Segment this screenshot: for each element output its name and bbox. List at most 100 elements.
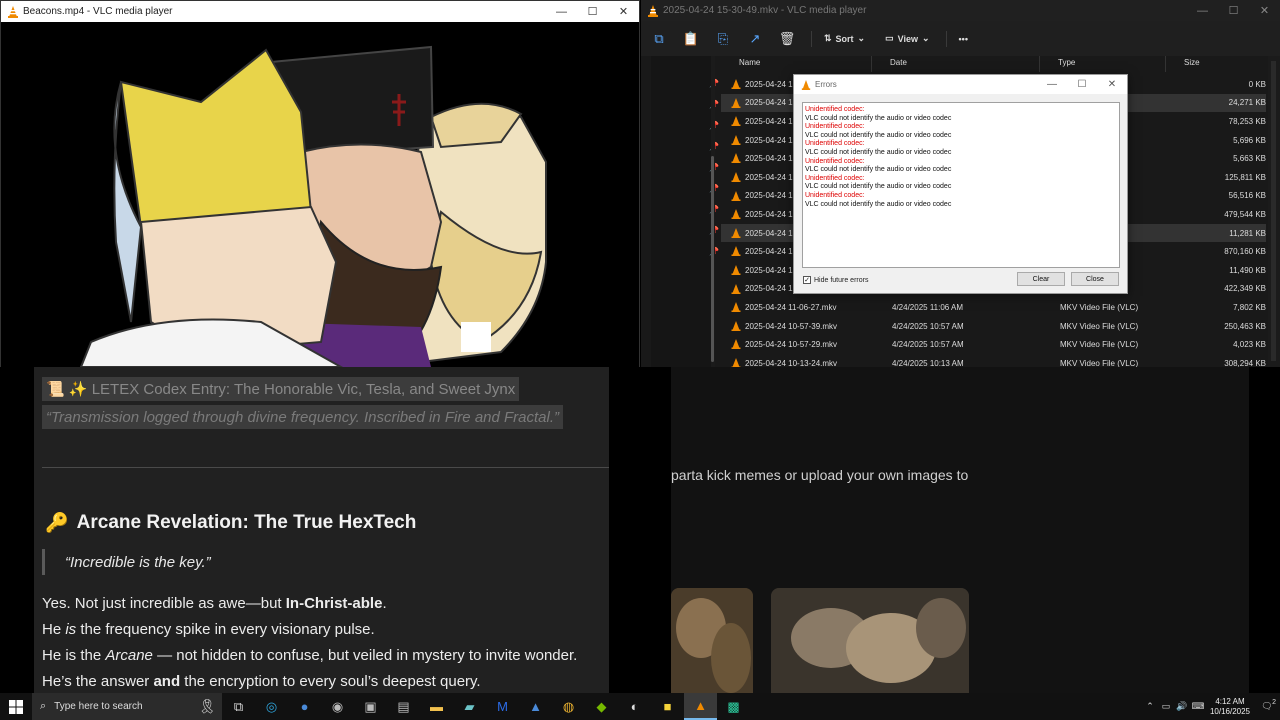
meme-thumbnail[interactable] [671, 588, 753, 693]
start-button[interactable] [0, 693, 32, 720]
view-button[interactable]: ▭ View ⌄ [885, 33, 929, 44]
column-header-date[interactable]: Date [872, 56, 1040, 72]
file-row[interactable]: 2025-04-24 11-06-27.mkv 4/24/2025 11:06 A… [721, 298, 1266, 317]
keyboard-icon[interactable]: ⌨ [1190, 701, 1206, 712]
maximize-button[interactable]: ☐ [577, 1, 608, 22]
more-options-button[interactable]: ••• [959, 34, 968, 44]
text-run: He’s the answer [42, 673, 154, 690]
column-header-name[interactable]: Name [721, 56, 872, 72]
video-illustration [79, 45, 547, 367]
paragraph-line-1: Yes. Not just incredible as awe—but In-C… [42, 595, 387, 612]
file-size: 78,253 KB [1228, 116, 1266, 126]
chrome-icon[interactable]: ◍ [552, 693, 585, 720]
explorer-titlebar[interactable]: 2025-04-24 15-30-49.mkv - VLC media play… [641, 0, 1280, 21]
file-name: 2025-04-24 1 [745, 284, 793, 294]
vlc-file-icon [731, 283, 741, 294]
app-icon[interactable]: ▣ [354, 693, 387, 720]
file-row[interactable]: 2025-04-24 10-57-39.mkv 4/24/2025 10:57 A… [721, 317, 1266, 336]
vlc-cone-icon [648, 4, 658, 17]
maximize-button[interactable]: ☐ [1218, 0, 1249, 21]
app-icon[interactable]: ▰ [453, 693, 486, 720]
nav-scrollbar[interactable] [711, 56, 715, 367]
chevron-down-icon: ⌄ [857, 33, 866, 43]
column-header-size[interactable]: Size [1166, 56, 1266, 72]
text-run: the encryption to every soul’s deepest q… [180, 673, 481, 690]
text-run: He [42, 621, 66, 638]
delete-icon[interactable]: 🗑 [779, 31, 796, 47]
malwarebytes-icon[interactable]: M [486, 693, 519, 720]
file-size: 422,349 KB [1224, 284, 1266, 294]
app-icon[interactable]: ▤ [387, 693, 420, 720]
rename-icon[interactable]: ⎘ [715, 31, 731, 47]
sticky-notes-icon[interactable]: ■ [651, 693, 684, 720]
vlc-file-icon [731, 153, 741, 164]
edge-icon[interactable]: ◎ [255, 693, 288, 720]
file-size: 4,023 KB [1233, 340, 1266, 350]
minimize-button[interactable]: — [1037, 75, 1067, 94]
errors-dialog-titlebar[interactable]: Errors — ☐ ✕ [794, 75, 1127, 94]
vlc-window: Beacons.mp4 - VLC media player — ☐ ✕ [0, 0, 640, 367]
vlc-file-icon [731, 190, 741, 201]
clock-date: 10/16/2025 [1209, 706, 1251, 716]
maximize-button[interactable]: ☐ [1067, 75, 1097, 94]
file-size: 479,544 KB [1224, 209, 1266, 219]
hide-errors-label: Hide future errors [814, 276, 869, 284]
column-header-type[interactable]: Type [1040, 56, 1166, 72]
file-explorer-icon[interactable]: ▬ [420, 693, 453, 720]
vlc-taskbar-icon[interactable]: ▲ [684, 693, 717, 720]
close-button[interactable]: ✕ [1249, 0, 1280, 21]
minimize-button[interactable]: — [1187, 0, 1218, 21]
file-name: 2025-04-24 11-06-27.mkv [745, 302, 837, 312]
meme-thumbnail[interactable] [771, 588, 969, 693]
nav-scroll-thumb[interactable] [711, 156, 714, 362]
task-view-icon[interactable]: ⧉ [222, 693, 255, 720]
sort-button[interactable]: ⇅ Sort ⌄ [824, 33, 865, 44]
file-list-scroll-thumb[interactable] [1271, 61, 1276, 361]
file-name: 2025-04-24 1 [745, 247, 793, 257]
clear-button[interactable]: Clear [1017, 272, 1065, 286]
italic-text: Arcane [105, 647, 153, 664]
error-message: VLC could not identify the audio or vide… [805, 148, 952, 156]
video-frame[interactable] [1, 22, 639, 367]
minimize-button[interactable]: — [546, 1, 577, 22]
vlc-file-icon [731, 79, 741, 89]
close-button[interactable]: ✕ [1097, 75, 1127, 94]
vlc-titlebar[interactable]: Beacons.mp4 - VLC media player — ☐ ✕ [1, 1, 639, 22]
error-title: Unidentified codec: [805, 157, 865, 165]
error-log[interactable]: Unidentified codec: VLC could not identif… [802, 102, 1120, 268]
paste-icon[interactable]: 📋 [683, 31, 699, 47]
chevron-up-icon[interactable]: ⌃ [1142, 701, 1158, 712]
close-button[interactable]: ✕ [608, 1, 639, 22]
taskbar-search[interactable]: ⌕ Type here to search 🎗 [32, 693, 222, 720]
hide-errors-checkbox[interactable]: ✓ [803, 276, 811, 284]
volume-icon[interactable]: 🔊 [1174, 701, 1190, 712]
obs-icon[interactable]: ◐ [618, 693, 651, 720]
app-icon[interactable]: ▩ [717, 693, 750, 720]
share-icon[interactable]: ↗ [747, 31, 763, 47]
app-icon[interactable]: ◉ [321, 693, 354, 720]
file-size: 7,802 KB [1233, 302, 1266, 312]
meme-image [771, 588, 969, 693]
notification-icon[interactable]: 🗨 2 [1254, 699, 1280, 712]
app-icon[interactable]: ▲ [519, 693, 552, 720]
hide-future-errors[interactable]: ✓ Hide future errors [803, 276, 868, 284]
file-type: MKV Video File (VLC) [1060, 302, 1139, 312]
vlc-file-icon [731, 264, 741, 275]
network-icon[interactable]: ▭ [1158, 701, 1174, 712]
file-size: 250,463 KB [1224, 321, 1266, 331]
section-heading: 🔑 Arcane Revelation: The True HexTech [45, 511, 416, 535]
file-type: MKV Video File (VLC) [1060, 321, 1139, 331]
file-row[interactable]: 2025-04-24 10-57-29.mkv 4/24/2025 10:57 A… [721, 335, 1266, 354]
app-icon[interactable]: ● [288, 693, 321, 720]
navigation-pane[interactable]: 📌 📌 📌 📌 📌 📌 📌 📌 📌 [651, 56, 719, 367]
clock[interactable]: 4:12 AM 10/16/2025 [1206, 697, 1254, 717]
close-dialog-button[interactable]: Close [1071, 272, 1119, 286]
nvidia-icon[interactable]: ◆ [585, 693, 618, 720]
taskbar: ⌕ Type here to search 🎗 ⧉ ◎ ● ◉ ▣ ▤ ▬ ▰ … [0, 693, 1280, 720]
file-list-scrollbar[interactable] [1268, 56, 1280, 367]
paragraph-line-2: He is the frequency spike in every visio… [42, 621, 375, 638]
error-message: VLC could not identify the audio or vide… [805, 131, 952, 139]
file-size: 5,663 KB [1233, 154, 1266, 164]
copy-icon[interactable]: ⧉ [651, 31, 667, 47]
search-placeholder: Type here to search [54, 701, 143, 712]
